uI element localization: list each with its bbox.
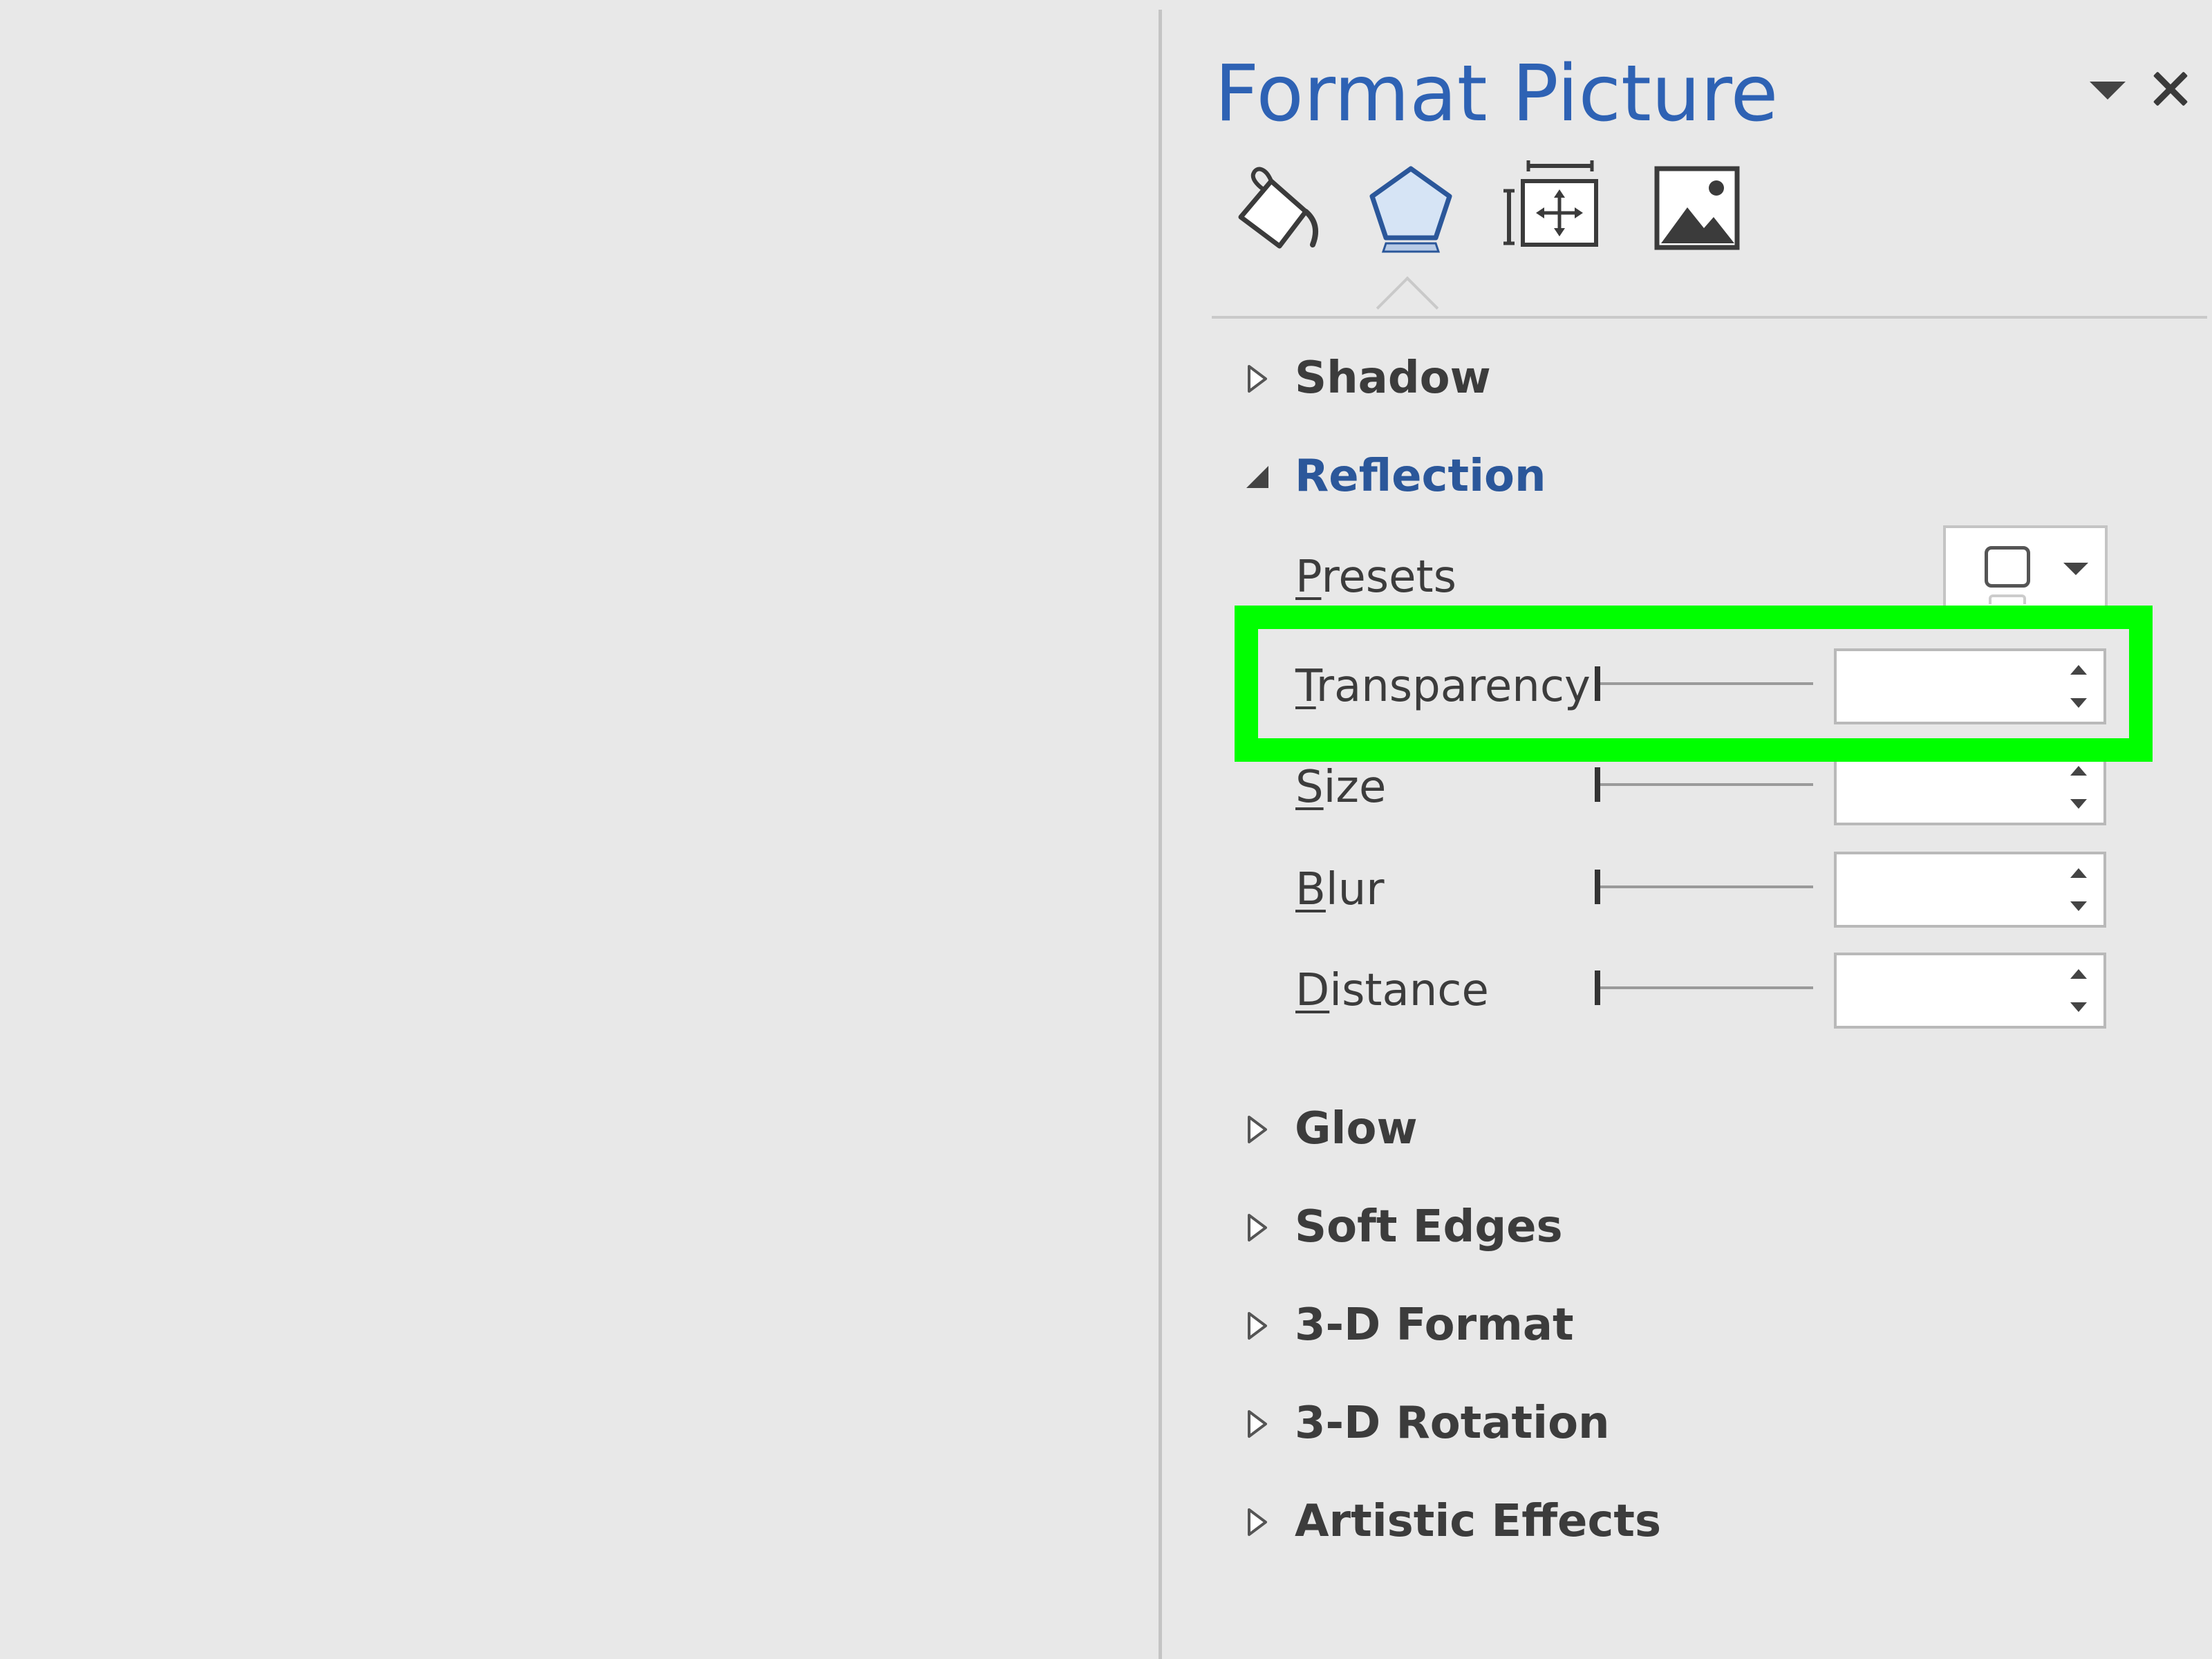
preset-swatch-icon — [1985, 546, 2030, 588]
distance-label: Distance — [1295, 965, 1489, 1016]
slider-track — [1599, 682, 1813, 685]
pane-options-dropdown-icon[interactable] — [2087, 76, 2128, 104]
section-soft-edges[interactable]: Soft Edges — [1162, 1186, 2130, 1262]
section-label: Glow — [1295, 1103, 1418, 1154]
caret-right-icon — [1244, 1305, 1271, 1347]
distance-row: Distance — [1162, 946, 2199, 1035]
size-position-icon[interactable] — [1503, 156, 1600, 260]
picture-icon[interactable] — [1649, 156, 1745, 260]
blur-spinner — [1834, 852, 2106, 928]
document-area[interactable] — [0, 0, 1159, 1659]
spin-down-icon[interactable] — [2056, 687, 2098, 719]
spin-up-icon[interactable] — [2056, 859, 2098, 890]
slider-track — [1599, 783, 1813, 786]
caret-right-icon — [1244, 358, 1271, 400]
spin-down-icon[interactable] — [2056, 890, 2098, 922]
transparency-slider[interactable] — [1595, 659, 1816, 708]
section-3d-format[interactable]: 3-D Format — [1162, 1284, 2130, 1360]
section-label: Reflection — [1295, 451, 1546, 502]
format-picture-pane: Format Picture Shadow Reflection Presets… — [1162, 0, 2212, 1659]
pentagon-icon[interactable] — [1362, 156, 1459, 260]
section-label: 3-D Format — [1295, 1300, 1574, 1351]
section-artistic-effects[interactable]: Artistic Effects — [1162, 1481, 2130, 1557]
close-icon[interactable] — [2144, 61, 2199, 116]
section-glow[interactable]: Glow — [1162, 1088, 2130, 1164]
transparency-label: Transparency — [1295, 661, 1591, 712]
paint-bucket-icon[interactable] — [1228, 156, 1325, 260]
blur-label: Blur — [1295, 864, 1385, 915]
distance-spinner — [1834, 953, 2106, 1029]
size-slider[interactable] — [1595, 760, 1816, 809]
caret-right-icon — [1244, 1207, 1271, 1248]
size-label: Size — [1295, 762, 1387, 813]
size-spinner — [1834, 749, 2106, 825]
section-reflection[interactable]: Reflection — [1162, 435, 2130, 512]
screen: Format Picture Shadow Reflection Presets… — [0, 0, 2212, 1659]
spin-up-icon[interactable] — [2056, 959, 2098, 991]
slider-track — [1599, 986, 1813, 989]
distance-slider[interactable] — [1595, 964, 1816, 1012]
preset-reflection-icon — [1989, 594, 2026, 604]
transparency-input[interactable] — [1839, 654, 2068, 719]
section-shadow[interactable]: Shadow — [1162, 337, 2130, 413]
section-label: 3-D Rotation — [1295, 1398, 1610, 1449]
section-label: Artistic Effects — [1295, 1496, 1662, 1547]
section-3d-rotation[interactable]: 3-D Rotation — [1162, 1382, 2130, 1459]
transparency-row: Transparency — [1162, 641, 2199, 731]
selected-tab-pointer — [1376, 276, 1439, 339]
spin-up-icon[interactable] — [2056, 655, 2098, 687]
presets-label: Presets — [1295, 552, 1456, 603]
section-label: Shadow — [1295, 353, 1491, 404]
dropdown-arrow-icon — [2063, 563, 2088, 575]
section-label: Soft Edges — [1295, 1201, 1563, 1253]
spin-down-icon[interactable] — [2056, 788, 2098, 820]
distance-input[interactable] — [1839, 958, 2068, 1023]
caret-right-icon — [1244, 1109, 1271, 1150]
presets-dropdown[interactable] — [1943, 525, 2108, 606]
spin-up-icon[interactable] — [2056, 756, 2098, 788]
slider-track — [1599, 885, 1813, 888]
caret-expanded-icon — [1244, 456, 1271, 498]
slider-thumb[interactable] — [1595, 870, 1600, 904]
caret-right-icon — [1244, 1501, 1271, 1543]
blur-input[interactable] — [1839, 857, 2068, 922]
slider-thumb[interactable] — [1595, 971, 1600, 1005]
tab-divider — [1212, 316, 2207, 319]
size-input[interactable] — [1839, 755, 2068, 820]
slider-thumb[interactable] — [1595, 767, 1600, 802]
spin-down-icon[interactable] — [2056, 991, 2098, 1023]
transparency-spinner — [1834, 648, 2106, 724]
caret-right-icon — [1244, 1403, 1271, 1445]
blur-slider[interactable] — [1595, 863, 1816, 911]
slider-thumb[interactable] — [1595, 666, 1600, 701]
blur-row: Blur — [1162, 845, 2199, 935]
size-row: Size — [1162, 742, 2199, 832]
pane-title: Format Picture — [1215, 49, 1779, 139]
